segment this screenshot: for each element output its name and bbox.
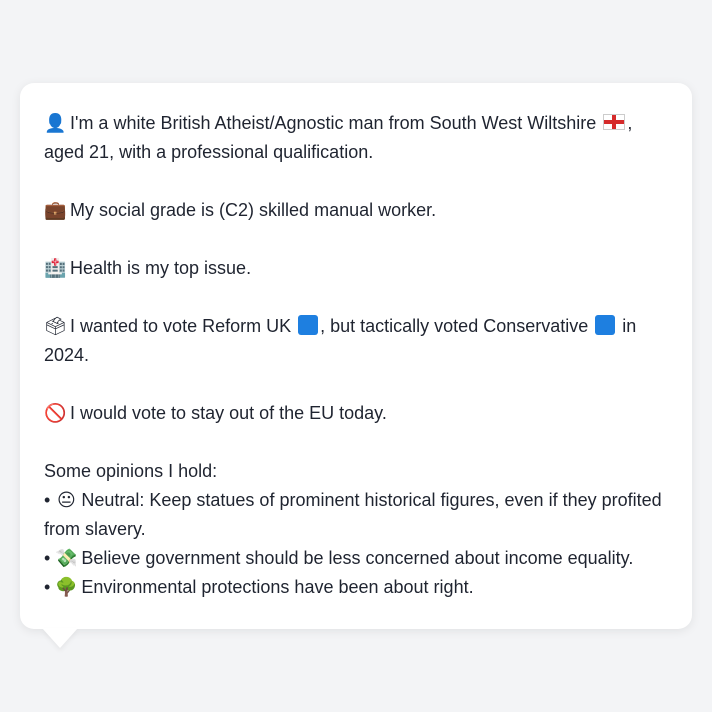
reform-party-color-square xyxy=(298,315,319,335)
profile-speech-bubble: 👤 I'm a white British Atheist/Agnostic ma… xyxy=(20,83,692,629)
tree-icon: 🌳 xyxy=(55,577,78,598)
briefcase-icon: 💼 xyxy=(44,200,67,221)
opinions-heading: Some opinions I hold: xyxy=(44,461,218,481)
money-wings-icon: 💸 xyxy=(55,548,78,569)
bullet-mark: • xyxy=(44,548,51,568)
health-text: Health is my top issue. xyxy=(70,258,252,278)
health-line: 🏥 Health is my top issue. xyxy=(44,254,668,283)
grade-line: 💼 My social grade is (C2) skilled manual … xyxy=(44,196,668,225)
intro-text: I'm a white British Atheist/Agnostic man… xyxy=(70,113,597,133)
vote-text-a: I wanted to vote Reform UK xyxy=(70,316,292,336)
opinion-text: Believe government should be less concer… xyxy=(81,548,634,568)
vote-text-b: , but tactically voted Conservative xyxy=(320,316,589,336)
neutral-face-icon: 😐 xyxy=(56,490,76,511)
bullet-mark: • xyxy=(44,577,51,597)
hospital-icon: 🏥 xyxy=(44,258,67,279)
eu-line: 🚫 I would vote to stay out of the EU toda… xyxy=(44,399,668,428)
grade-text: My social grade is (C2) skilled manual w… xyxy=(70,200,437,220)
eu-text: I would vote to stay out of the EU today… xyxy=(70,403,387,423)
speech-bubble-tail xyxy=(42,628,78,648)
ballot-box-icon: 🗳 xyxy=(44,316,67,337)
opinion-item: • 💸 Believe government should be less con… xyxy=(44,544,668,573)
opinion-text: Environmental protections have been abou… xyxy=(81,577,474,597)
person-silhouette-icon: 👤 xyxy=(44,113,67,134)
intro-line: 👤 I'm a white British Atheist/Agnostic ma… xyxy=(44,109,668,167)
prohibited-icon: 🚫 xyxy=(44,403,67,424)
opinion-text: Neutral: Keep statues of prominent histo… xyxy=(44,490,662,539)
england-flag-icon xyxy=(603,114,626,130)
opinion-item: • 🌳 Environmental protections have been a… xyxy=(44,573,668,602)
opinion-item: • 😐 Neutral: Keep statues of prominent hi… xyxy=(44,486,668,544)
vote-line: 🗳 I wanted to vote Reform UK , but tactic… xyxy=(44,312,668,370)
bullet-mark: • xyxy=(44,490,51,510)
conservative-party-color-square xyxy=(595,315,616,335)
